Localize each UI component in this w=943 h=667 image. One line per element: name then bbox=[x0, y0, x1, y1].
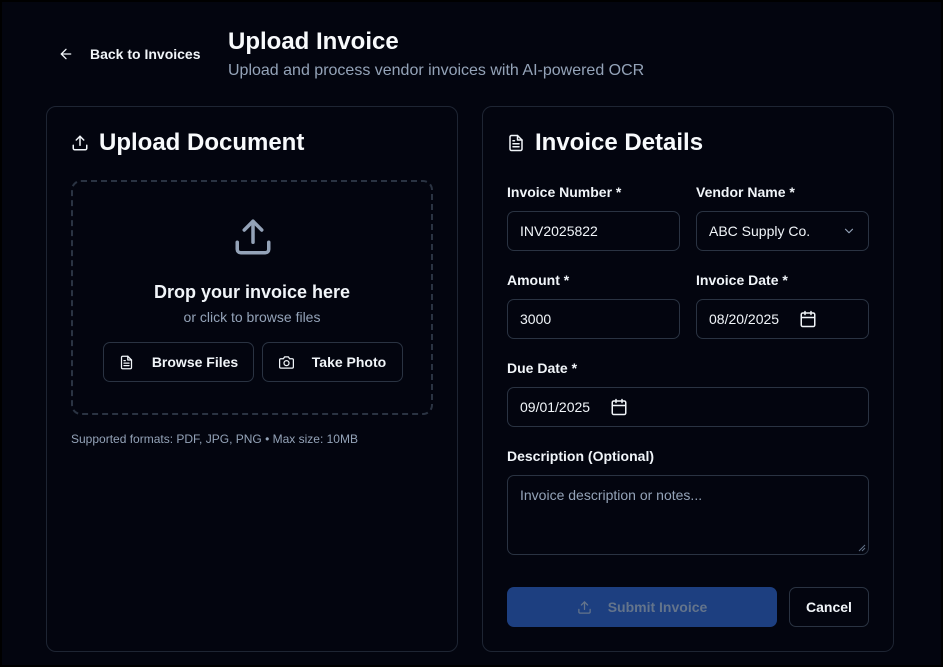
invoice-number-input[interactable]: INV2025822 bbox=[507, 211, 680, 251]
calendar-icon[interactable] bbox=[799, 310, 817, 328]
resize-grip-icon[interactable] bbox=[858, 544, 866, 552]
submit-invoice-label: Submit Invoice bbox=[607, 599, 708, 615]
browse-files-button[interactable]: Browse Files bbox=[103, 342, 254, 382]
amount-value: 3000 bbox=[520, 311, 552, 327]
camera-icon bbox=[278, 355, 294, 369]
vendor-name-select[interactable]: ABC Supply Co. bbox=[696, 211, 869, 251]
take-photo-button[interactable]: Take Photo bbox=[262, 342, 403, 382]
due-date-label: Due Date * bbox=[507, 360, 578, 376]
supported-formats-text: Supported formats: PDF, JPG, PNG • Max s… bbox=[71, 432, 358, 446]
chevron-down-icon bbox=[844, 228, 854, 234]
upload-document-heading: Upload Document bbox=[71, 129, 304, 157]
take-photo-label: Take Photo bbox=[311, 354, 387, 370]
submit-invoice-button[interactable]: Submit Invoice bbox=[507, 587, 777, 627]
amount-input[interactable]: 3000 bbox=[507, 299, 680, 339]
amount-label: Amount * bbox=[507, 272, 570, 288]
invoice-number-label: Invoice Number * bbox=[507, 184, 622, 200]
page-title: Upload Invoice bbox=[228, 28, 399, 55]
invoice-date-label: Invoice Date * bbox=[696, 272, 788, 288]
drop-subtitle: or click to browse files bbox=[183, 309, 321, 325]
cancel-label: Cancel bbox=[806, 599, 852, 615]
upload-document-card: Upload Document Drop your invoice here o… bbox=[46, 106, 458, 652]
due-date-value: 09/01/2025 bbox=[520, 399, 591, 415]
page-subtitle: Upload and process vendor invoices with … bbox=[228, 62, 645, 79]
file-text-icon bbox=[509, 134, 523, 152]
invoice-number-value: INV2025822 bbox=[520, 223, 598, 239]
invoice-details-title: Invoice Details bbox=[535, 129, 704, 156]
invoice-details-card: Invoice Details Invoice Number * INV2025… bbox=[482, 106, 894, 652]
description-textarea[interactable]: Invoice description or notes... bbox=[507, 475, 869, 555]
vendor-name-value: ABC Supply Co. bbox=[709, 223, 811, 239]
upload-document-title: Upload Document bbox=[99, 129, 305, 156]
description-label: Description (Optional) bbox=[507, 448, 654, 464]
drop-title: Drop your invoice here bbox=[153, 282, 351, 302]
invoice-dropzone[interactable]: Drop your invoice here or click to brows… bbox=[71, 180, 433, 415]
upload-icon bbox=[235, 219, 271, 255]
vendor-name-label: Vendor Name * bbox=[696, 184, 795, 200]
arrow-left-icon bbox=[60, 48, 72, 60]
browse-files-label: Browse Files bbox=[151, 354, 239, 370]
file-text-icon bbox=[120, 355, 132, 369]
description-placeholder: Invoice description or notes... bbox=[520, 487, 703, 503]
calendar-icon[interactable] bbox=[610, 398, 628, 416]
invoice-date-value: 08/20/2025 bbox=[709, 311, 780, 327]
back-to-invoices-label: Back to Invoices bbox=[90, 46, 201, 62]
back-to-invoices-button[interactable]: Back to Invoices bbox=[48, 36, 211, 72]
invoice-details-heading: Invoice Details bbox=[507, 129, 703, 157]
cancel-button[interactable]: Cancel bbox=[789, 587, 869, 627]
upload-icon bbox=[72, 135, 88, 151]
due-date-input[interactable]: 09/01/2025 bbox=[507, 387, 869, 427]
upload-icon bbox=[577, 600, 591, 614]
invoice-date-input[interactable]: 08/20/2025 bbox=[696, 299, 869, 339]
